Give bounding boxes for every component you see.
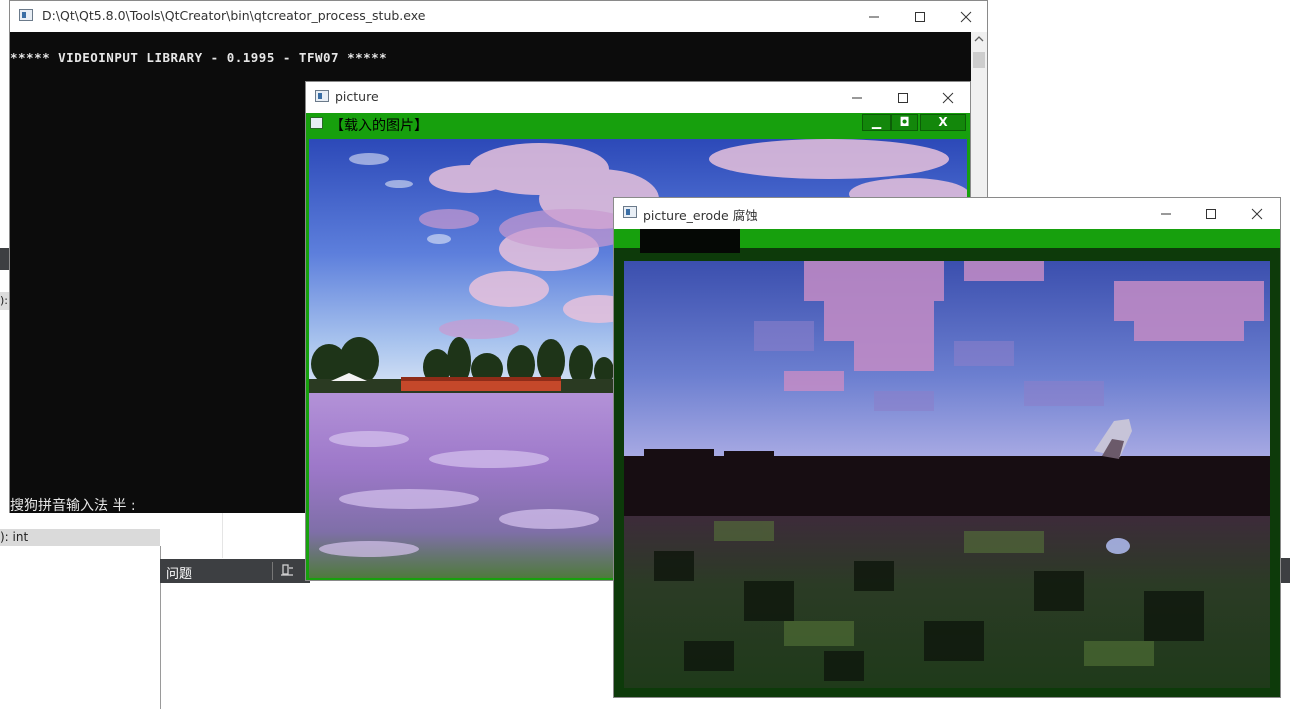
filter-icon[interactable] bbox=[280, 563, 294, 577]
opencv-maximize-button[interactable]: ◘ bbox=[891, 114, 918, 131]
ide-left-fragment-text: ): bbox=[0, 294, 8, 307]
console-maximize-button[interactable] bbox=[897, 1, 943, 32]
erode-minimize-button[interactable] bbox=[1143, 198, 1189, 229]
minimize-icon bbox=[869, 16, 879, 18]
console-app-icon bbox=[19, 9, 33, 21]
minimize-icon bbox=[1161, 213, 1171, 215]
maximize-icon bbox=[898, 93, 908, 103]
ide-locals-row-label: ): int bbox=[0, 530, 29, 544]
picture-app-icon bbox=[315, 90, 329, 102]
erode-window-title: picture_erode 腐蚀 bbox=[643, 208, 758, 223]
opencv-titlebar[interactable]: 【载入的图片】 ▁ ◘ X bbox=[306, 113, 970, 136]
erode-window: picture_erode 腐蚀 bbox=[613, 197, 1281, 698]
ide-separator bbox=[222, 513, 223, 558]
ime-status-text: 搜狗拼音输入法 半 : bbox=[10, 498, 136, 513]
ide-right-strip bbox=[1281, 558, 1290, 583]
opencv-window-icon bbox=[310, 117, 323, 129]
toolbar-separator bbox=[272, 562, 273, 580]
console-minimize-button[interactable] bbox=[851, 1, 897, 32]
console-output-line: ***** VIDEOINPUT LIBRARY - 0.1995 - TFW0… bbox=[10, 50, 388, 65]
eroded-window-frame bbox=[614, 229, 1280, 697]
opencv-window-title: 【载入的图片】 bbox=[330, 118, 428, 134]
close-icon bbox=[1251, 208, 1263, 220]
console-close-button[interactable] bbox=[943, 1, 989, 32]
maximize-icon bbox=[1206, 209, 1216, 219]
picture-close-button[interactable] bbox=[925, 82, 971, 113]
picture-window-title: picture bbox=[335, 89, 379, 104]
tab-issues[interactable]: 问题 bbox=[166, 563, 192, 582]
maximize-icon bbox=[915, 12, 925, 22]
close-icon bbox=[942, 92, 954, 104]
eroded-image bbox=[624, 261, 1270, 688]
scrollbar-thumb[interactable] bbox=[973, 52, 985, 68]
erode-maximize-button[interactable] bbox=[1188, 198, 1234, 229]
erode-app-icon bbox=[623, 206, 637, 218]
opencv-close-button[interactable]: X bbox=[920, 114, 966, 131]
opencv-minimize-button[interactable]: ▁ bbox=[862, 114, 891, 131]
ide-locals-row[interactable]: ): int bbox=[0, 529, 160, 546]
console-titlebar[interactable]: D:\Qt\Qt5.8.0\Tools\QtCreator\bin\qtcrea… bbox=[10, 1, 987, 32]
scroll-up-arrow-icon[interactable] bbox=[974, 35, 984, 43]
ide-output-pane-bar: 问题 bbox=[160, 559, 310, 583]
console-window-title: D:\Qt\Qt5.8.0\Tools\QtCreator\bin\qtcrea… bbox=[42, 8, 426, 23]
erode-close-button[interactable] bbox=[1234, 198, 1280, 229]
picture-maximize-button[interactable] bbox=[880, 82, 926, 113]
picture-minimize-button[interactable] bbox=[834, 82, 880, 113]
eroded-lavender-photo bbox=[624, 261, 1270, 688]
erode-titlebar[interactable]: picture_erode 腐蚀 bbox=[614, 198, 1280, 229]
picture-titlebar[interactable]: picture bbox=[306, 82, 970, 113]
minimize-icon bbox=[852, 97, 862, 99]
eroded-title-block bbox=[640, 229, 740, 253]
close-icon bbox=[960, 11, 972, 23]
